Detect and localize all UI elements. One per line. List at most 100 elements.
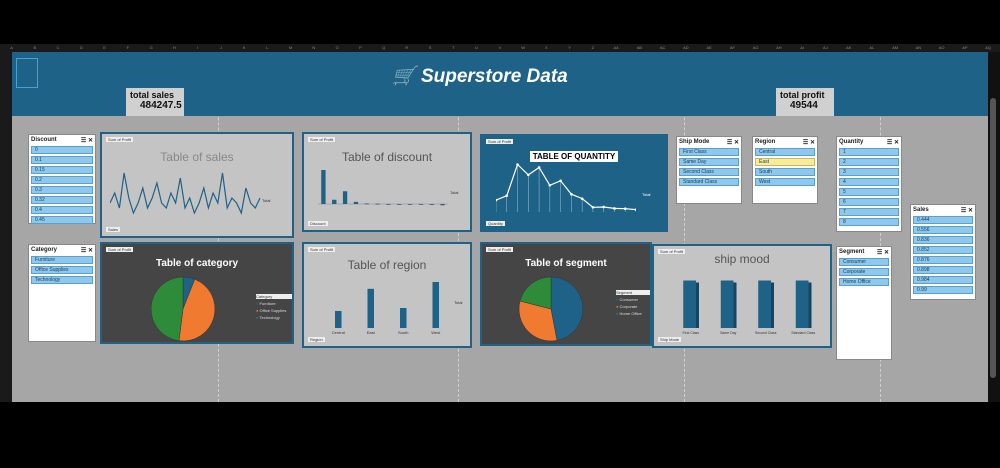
slicer-item[interactable]: 0 xyxy=(31,146,93,154)
column-header[interactable]: D xyxy=(70,44,93,52)
column-header[interactable]: AA xyxy=(605,44,628,52)
column-header[interactable]: M xyxy=(279,44,302,52)
column-header[interactable]: AN xyxy=(907,44,930,52)
slicer-item[interactable]: 0.3 xyxy=(31,186,93,194)
column-header[interactable]: P xyxy=(349,44,372,52)
column-header[interactable]: T xyxy=(442,44,465,52)
scrollbar-thumb[interactable] xyxy=(990,98,996,378)
column-header[interactable]: W xyxy=(512,44,535,52)
slicer-item[interactable]: Central xyxy=(755,148,815,156)
slicer-item[interactable]: 0.1 xyxy=(31,156,93,164)
sales-slicer[interactable]: Sales ☰ ✕ 0.444 0.556 0.836 0.852 0.876 0.898 0.… xyxy=(910,204,976,300)
column-header[interactable]: AL xyxy=(860,44,883,52)
clear-filter-icon[interactable]: ☰ ✕ xyxy=(803,139,815,146)
column-header[interactable]: N xyxy=(302,44,325,52)
slicer-item[interactable]: 0.852 xyxy=(913,246,973,254)
column-header[interactable]: AG xyxy=(744,44,767,52)
slicer-item[interactable]: First Class xyxy=(679,148,739,156)
clear-filter-icon[interactable]: ☰ ✕ xyxy=(887,139,899,146)
slicer-item[interactable]: 1 xyxy=(839,148,899,156)
clear-filter-icon[interactable]: ☰ ✕ xyxy=(961,207,973,214)
column-header[interactable]: Q xyxy=(372,44,395,52)
region-chart[interactable]: Sum of Profit Table of region Central Eas… xyxy=(302,242,472,348)
ship-mode-slicer[interactable]: Ship Mode ☰ ✕ First Class Same Day Second Cl… xyxy=(676,136,742,204)
slicer-item[interactable]: Technology xyxy=(31,276,93,284)
column-header[interactable]: U xyxy=(465,44,488,52)
slicer-item[interactable]: 7 xyxy=(839,208,899,216)
column-header[interactable]: L xyxy=(256,44,279,52)
column-header[interactable]: H xyxy=(163,44,186,52)
slicer-item[interactable]: 0.99 xyxy=(913,286,973,294)
slicer-item[interactable]: Corporate xyxy=(839,268,889,276)
filter-dropdown[interactable]: Sales xyxy=(106,227,121,232)
column-header[interactable]: AQ xyxy=(977,44,1000,52)
slicer-item[interactable]: East xyxy=(755,158,815,166)
slicer-item[interactable]: Second Class xyxy=(679,168,739,176)
column-header[interactable]: K xyxy=(233,44,256,52)
slicer-item[interactable]: 2 xyxy=(839,158,899,166)
slicer-item[interactable]: 5 xyxy=(839,188,899,196)
slicer-item[interactable]: 8 xyxy=(839,218,899,226)
sales-chart[interactable]: Sum of Profit Table of sales Total Sales xyxy=(100,132,294,238)
slicer-item[interactable]: 0.15 xyxy=(31,166,93,174)
segment-chart[interactable]: Sum of Profit Table of segment Segment ● … xyxy=(480,242,652,346)
column-header[interactable]: G xyxy=(140,44,163,52)
column-header[interactable]: O xyxy=(326,44,349,52)
slicer-item[interactable]: Office Supplies xyxy=(31,266,93,274)
slicer-item[interactable]: Home Office xyxy=(839,278,889,286)
column-header[interactable]: AO xyxy=(930,44,953,52)
column-header[interactable]: Y xyxy=(558,44,581,52)
slicer-item[interactable]: 0.45 xyxy=(31,216,93,224)
column-header[interactable]: J xyxy=(209,44,232,52)
clear-filter-icon[interactable]: ☰ ✕ xyxy=(727,139,739,146)
column-header[interactable]: V xyxy=(488,44,511,52)
column-header[interactable]: AE xyxy=(698,44,721,52)
clear-filter-icon[interactable]: ☰ ✕ xyxy=(877,249,889,256)
ship-mode-chart[interactable]: Sum of Profit ship mood First Class Same … xyxy=(652,244,832,348)
filter-dropdown[interactable]: Ship Mode xyxy=(658,337,682,342)
slicer-item[interactable]: 0.836 xyxy=(913,236,973,244)
column-header[interactable]: AD xyxy=(674,44,697,52)
column-header[interactable]: B xyxy=(23,44,46,52)
slicer-item[interactable]: 6 xyxy=(839,198,899,206)
discount-chart[interactable]: Sum of Profit Table of discount Total Di… xyxy=(302,132,472,232)
slicer-item[interactable]: Standard Class xyxy=(679,178,739,186)
column-header[interactable]: C xyxy=(47,44,70,52)
category-slicer[interactable]: Category ☰ ✕ Furniture Office Supplies Techn… xyxy=(28,244,96,342)
segment-slicer[interactable]: Segment ☰ ✕ Consumer Corporate Home Office xyxy=(836,246,892,360)
clear-filter-icon[interactable]: ☰ ✕ xyxy=(81,137,93,144)
column-header[interactable]: AI xyxy=(791,44,814,52)
column-header[interactable]: AP xyxy=(953,44,976,52)
column-header[interactable]: AF xyxy=(721,44,744,52)
region-slicer[interactable]: Region ☰ ✕ Central East South West xyxy=(752,136,818,204)
column-header[interactable]: AC xyxy=(651,44,674,52)
filter-dropdown[interactable]: Region xyxy=(308,337,325,342)
column-header[interactable]: R xyxy=(395,44,418,52)
quantity-chart[interactable]: Sum of Profit TABLE OF QUANTITY Total Qu… xyxy=(480,134,668,232)
filter-dropdown[interactable]: Quantity xyxy=(486,221,505,226)
column-header[interactable]: AH xyxy=(767,44,790,52)
column-header[interactable]: F xyxy=(116,44,139,52)
clear-filter-icon[interactable]: ☰ ✕ xyxy=(81,247,93,254)
slicer-item[interactable]: Furniture xyxy=(31,256,93,264)
column-header[interactable]: AM xyxy=(884,44,907,52)
category-chart[interactable]: Sum of Profit Table of category Category… xyxy=(100,242,294,344)
slicer-item[interactable]: 0.2 xyxy=(31,176,93,184)
selected-cell[interactable] xyxy=(16,58,38,88)
column-header[interactable]: Z xyxy=(581,44,604,52)
discount-slicer[interactable]: Discount ☰ ✕ 0 0.1 0.15 0.2 0.3 0.32 0.4 0.45 xyxy=(28,134,96,224)
column-header[interactable]: A xyxy=(0,44,23,52)
column-header[interactable]: AB xyxy=(628,44,651,52)
slicer-item[interactable]: 0.32 xyxy=(31,196,93,204)
column-header[interactable]: S xyxy=(419,44,442,52)
slicer-item[interactable]: 0.4 xyxy=(31,206,93,214)
slicer-item[interactable]: 0.444 xyxy=(913,216,973,224)
slicer-item[interactable]: Same Day xyxy=(679,158,739,166)
column-header[interactable]: X xyxy=(535,44,558,52)
column-header[interactable]: AJ xyxy=(814,44,837,52)
slicer-item[interactable]: Consumer xyxy=(839,258,889,266)
slicer-item[interactable]: 0.898 xyxy=(913,266,973,274)
legend-title[interactable]: Category xyxy=(256,294,292,299)
column-header[interactable]: I xyxy=(186,44,209,52)
column-header[interactable]: AK xyxy=(837,44,860,52)
